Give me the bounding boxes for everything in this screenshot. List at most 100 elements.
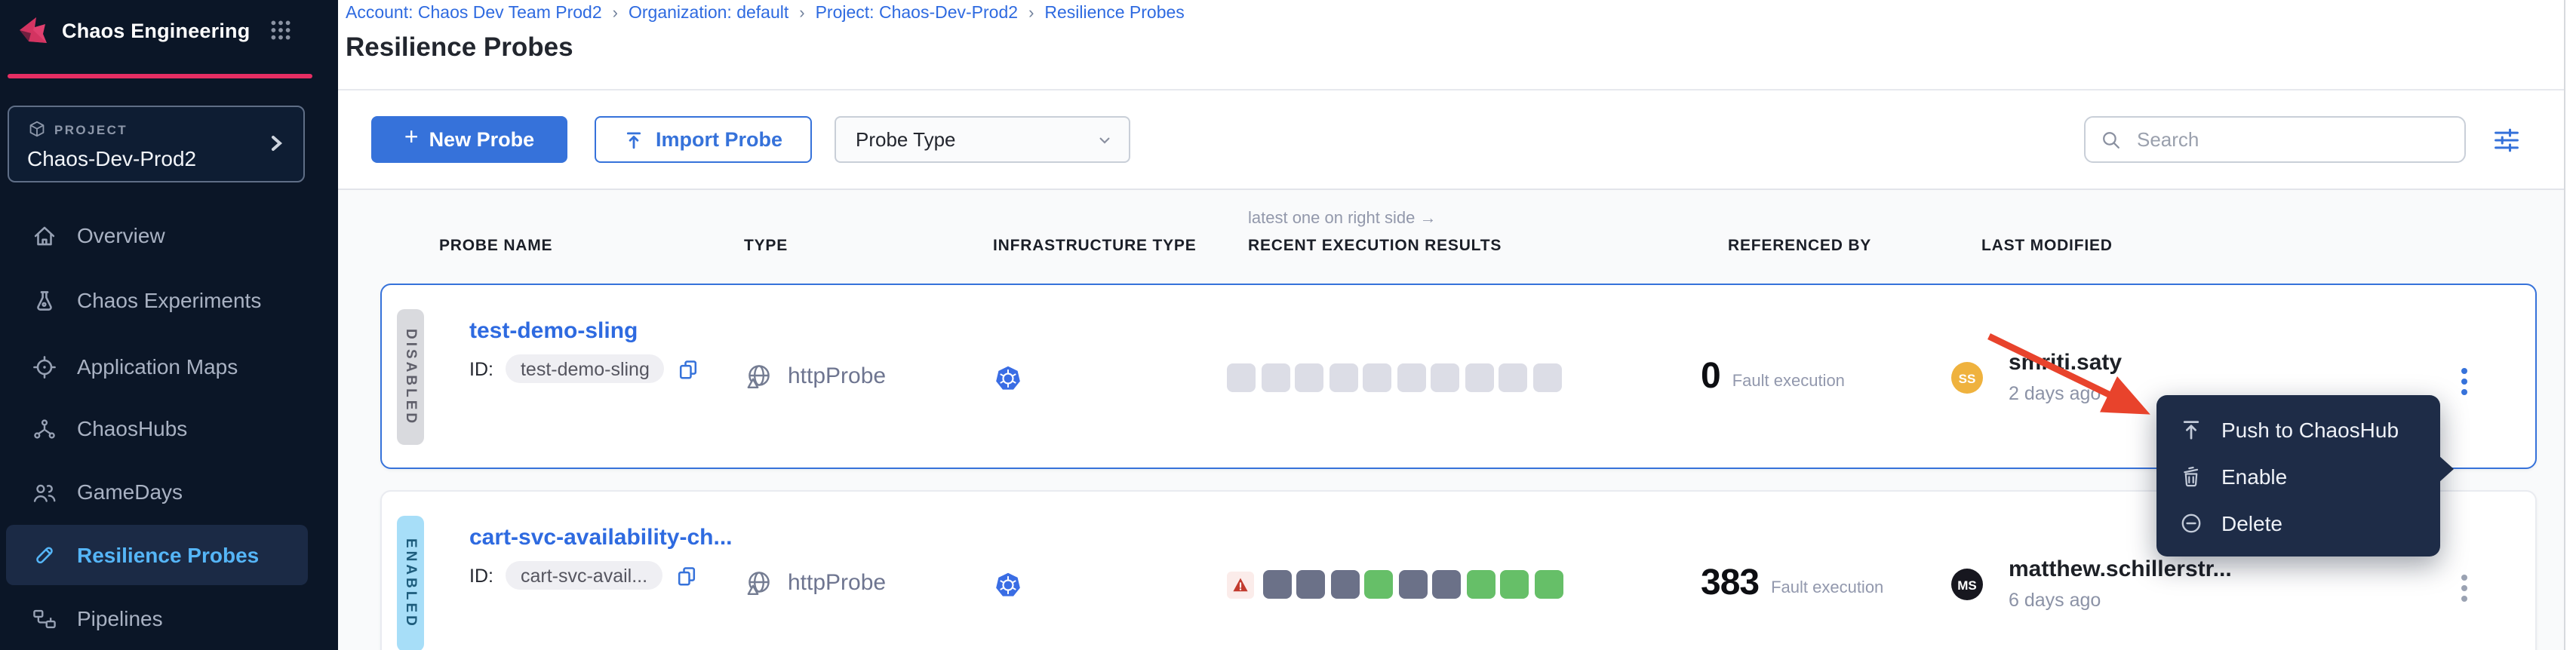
menu-item-enable[interactable]: Enable [2156, 452, 2440, 499]
referenced-by-cell: 0 Fault execution [1701, 285, 1845, 468]
project-label: PROJECT [54, 122, 128, 137]
breadcrumb-project[interactable]: Project: Chaos-Dev-Prod2 [816, 5, 1018, 23]
search-input[interactable] [2134, 127, 2449, 152]
probe-name-link[interactable]: test-demo-sling [469, 318, 638, 344]
modified-time: 2 days ago [2009, 383, 2101, 404]
sidebar-item-label: Overview [77, 223, 165, 247]
status-badge: ENABLED [397, 516, 424, 650]
column-header-last-modified: LAST MODIFIED [1981, 237, 2113, 255]
target-icon [32, 354, 57, 379]
execution-result-passed [1364, 570, 1393, 599]
search-box [2084, 116, 2466, 163]
minus-circle-icon [2179, 510, 2203, 535]
http-probe-icon [744, 361, 774, 391]
sidebar-item-label: Chaos Experiments [77, 288, 261, 312]
id-label: ID: [469, 358, 493, 379]
sidebar-item-resilience-probes[interactable]: Resilience Probes [6, 525, 308, 585]
fault-execution-label: Fault execution [1732, 373, 1845, 391]
probe-type-cell: httpProbe [744, 285, 886, 468]
header-divider [338, 89, 2576, 90]
page-title: Resilience Probes [346, 32, 573, 63]
probe-type-cell: httpProbe [744, 492, 886, 650]
flask-icon [32, 287, 57, 313]
probe-type-dropdown[interactable]: Probe Type [835, 116, 1130, 163]
execution-result-passed [1466, 570, 1495, 599]
copy-icon[interactable] [676, 565, 697, 586]
breadcrumb-organization[interactable]: Organization: default [629, 5, 788, 23]
menu-item-delete[interactable]: Delete [2156, 499, 2440, 546]
breadcrumb-separator: › [613, 5, 618, 23]
probe-type-label: httpProbe [788, 570, 886, 596]
brand-accent-bar [8, 74, 312, 78]
breadcrumb: Account: Chaos Dev Team Prod2 › Organiza… [346, 5, 1185, 23]
probe-id-row: ID: test-demo-sling [469, 354, 699, 383]
chevron-right-icon [267, 134, 285, 152]
execution-result-failed [1398, 570, 1427, 599]
sidebar-item-chaoshubs[interactable]: ChaosHubs [6, 398, 308, 458]
fault-execution-label: Fault execution [1771, 579, 1883, 597]
referenced-by-cell: 383 Fault execution [1701, 492, 1883, 650]
status-badge: DISABLED [397, 309, 424, 445]
column-header-type: TYPE [744, 237, 788, 255]
sidebar-item-gamedays[interactable]: GameDays [6, 461, 308, 522]
warning-indicator [1227, 571, 1254, 598]
table-row-test-demo-sling[interactable]: DISABLED test-demo-sling ID: test-demo-s… [380, 284, 2537, 469]
sidebar-item-application-maps[interactable]: Application Maps [6, 336, 308, 397]
test-tube-icon [32, 542, 57, 568]
apps-grid-icon[interactable] [269, 18, 293, 42]
kubernetes-icon [994, 365, 1022, 392]
sidebar-item-chaos-experiments[interactable]: Chaos Experiments [6, 270, 308, 330]
upload-icon [2179, 417, 2203, 441]
probe-name-link[interactable]: cart-svc-availability-ch... [469, 525, 733, 550]
people-icon [32, 479, 57, 504]
recent-execution-results [1227, 570, 1563, 599]
fault-execution-count: 383 [1701, 562, 1759, 604]
filter-settings-icon[interactable] [2493, 127, 2520, 154]
scrollbar-track[interactable] [2565, 0, 2576, 650]
import-probe-button[interactable]: Import Probe [595, 116, 812, 163]
search-icon [2101, 129, 2122, 150]
trash-icon [2179, 464, 2203, 488]
execution-result-failed [1262, 570, 1291, 599]
column-header-probe-name: PROBE NAME [439, 237, 552, 255]
breadcrumb-separator: › [799, 5, 804, 23]
probe-id-value: cart-svc-avail... [506, 561, 662, 590]
row-menu-button[interactable] [2458, 365, 2470, 398]
probe-id-row: ID: cart-svc-avail... [469, 561, 697, 590]
row-menu-button[interactable] [2458, 572, 2470, 605]
execution-result-empty [1329, 363, 1357, 392]
plus-icon: + [404, 125, 419, 152]
execution-result-empty [1465, 363, 1493, 392]
probe-type-label: httpProbe [788, 363, 886, 389]
modified-by-user: matthew.schillerstr... [2009, 556, 2232, 582]
execution-result-empty [1532, 363, 1561, 392]
breadcrumb-account[interactable]: Account: Chaos Dev Team Prod2 [346, 5, 602, 23]
sidebar-item-label: Resilience Probes [77, 543, 259, 567]
new-probe-button[interactable]: + New Probe [371, 116, 567, 163]
menu-item-push-to-chaoshub[interactable]: Push to ChaosHub [2156, 406, 2440, 452]
probes-table: latest one on right side → PROBE NAME TY… [338, 190, 2564, 650]
avatar: SS [1951, 362, 1983, 394]
pipeline-icon [32, 606, 57, 631]
sidebar-item-label: GameDays [77, 480, 183, 504]
copy-icon[interactable] [678, 358, 699, 379]
sidebar-item-overview[interactable]: Overview [6, 205, 308, 265]
hub-icon [32, 415, 57, 441]
column-header-referenced-by: REFERENCED BY [1728, 237, 1871, 255]
recent-execution-results [1227, 363, 1561, 392]
project-selector[interactable]: PROJECT Chaos-Dev-Prod2 [8, 106, 305, 182]
sidebar-item-label: Pipelines [77, 606, 163, 630]
main-content: Account: Chaos Dev Team Prod2 › Organiza… [338, 0, 2576, 650]
modified-time: 6 days ago [2009, 590, 2101, 611]
probe-id-value: test-demo-sling [506, 354, 665, 383]
menu-pointer [2439, 455, 2454, 483]
modified-by-user: smriti.saty [2009, 350, 2122, 376]
execution-result-empty [1499, 363, 1527, 392]
breadcrumb-current[interactable]: Resilience Probes [1044, 5, 1184, 23]
execution-result-empty [1431, 363, 1459, 392]
import-icon [624, 129, 645, 150]
sidebar-item-pipelines[interactable]: Pipelines [6, 588, 308, 648]
column-header-recent-execution-results: RECENT EXECUTION RESULTS [1248, 237, 1502, 255]
execution-result-empty [1397, 363, 1425, 392]
execution-order-hint: latest one on right side → [1248, 210, 1437, 228]
